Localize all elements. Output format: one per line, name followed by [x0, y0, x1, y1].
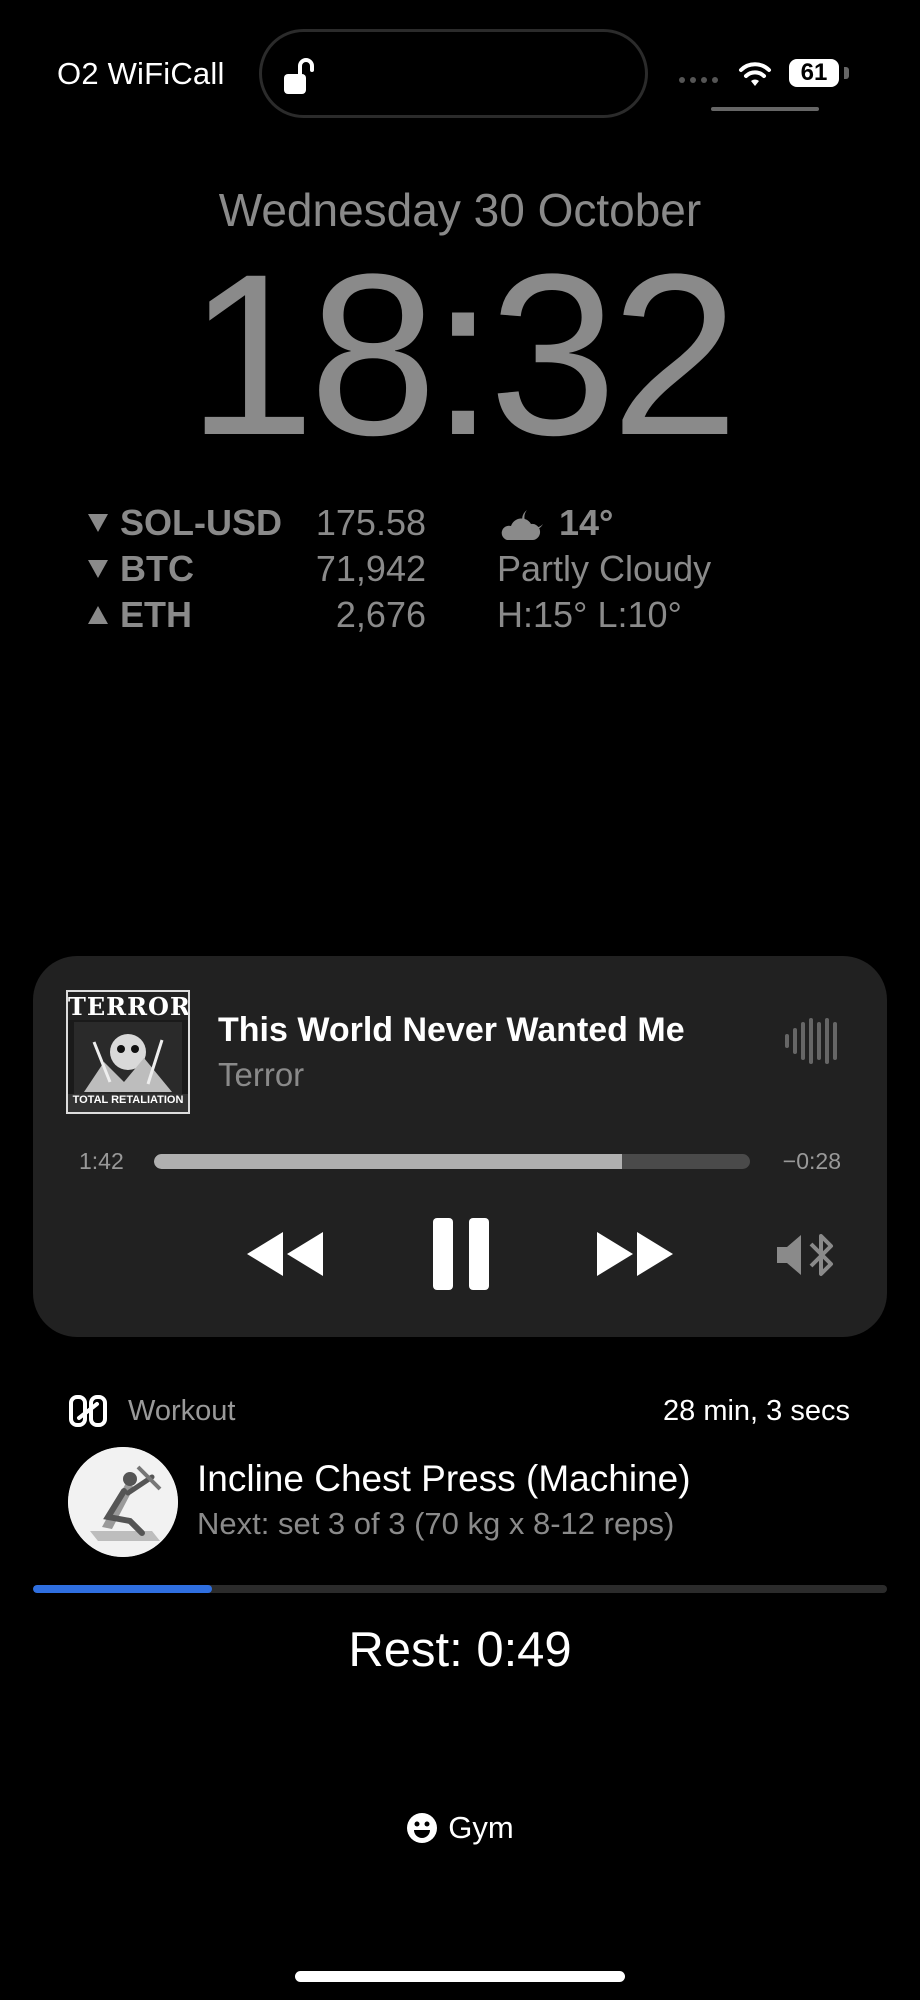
now-playing-widget[interactable]: TERROR TOTAL RETALIATION This World Neve…: [33, 956, 887, 1337]
playback-scrubber[interactable]: [154, 1154, 750, 1169]
pause-icon[interactable]: [431, 1216, 491, 1292]
rest-progress-fill: [33, 1585, 213, 1593]
weather-high-low: H:15° L:10°: [497, 594, 682, 635]
incline-press-illustration: [68, 1447, 178, 1557]
wifi-icon: [739, 62, 771, 86]
dynamic-island[interactable]: [259, 29, 648, 118]
battery-tip: [844, 67, 849, 79]
bluetooth-speaker-icon[interactable]: [773, 1230, 839, 1280]
rest-timer: Rest: 0:49: [0, 1622, 920, 1678]
rest-progress-bar: [33, 1585, 887, 1593]
lock-open-icon: [284, 58, 314, 94]
track-title: This World Never Wanted Me: [218, 1011, 685, 1049]
artwork-band-name: TERROR: [68, 992, 190, 1021]
exercise-name: Incline Chest Press (Machine): [197, 1458, 691, 1499]
up-triangle-icon: [88, 606, 108, 624]
home-indicator[interactable]: [295, 1971, 625, 1982]
partly-cloudy-night-icon: [501, 510, 543, 540]
exercise-thumbnail: [68, 1447, 178, 1557]
audio-waveform-icon: [785, 1018, 837, 1064]
focus-label: Gym: [448, 1810, 514, 1845]
remaining-time: −0:28: [782, 1148, 841, 1174]
rest-time: 0:49: [476, 1623, 572, 1677]
carrier-name: O2 WiFiCall: [57, 56, 225, 91]
down-triangle-icon: [88, 514, 108, 532]
artwork-album-name: TOTAL RETALIATION: [68, 1094, 188, 1112]
fast-forward-icon[interactable]: [593, 1229, 677, 1279]
down-triangle-icon: [88, 560, 108, 578]
album-artwork[interactable]: TERROR TOTAL RETALIATION: [66, 990, 190, 1114]
focus-mode-indicator[interactable]: Gym: [0, 1810, 920, 1846]
elapsed-time: 1:42: [79, 1148, 124, 1174]
stock-value: 2,676: [335, 594, 426, 635]
weather-condition: Partly Cloudy: [497, 548, 712, 589]
lock-time[interactable]: 18:32: [0, 240, 920, 470]
stock-symbol: ETH: [120, 594, 192, 635]
stock-symbol: BTC: [120, 548, 194, 589]
weather-temperature: 14°: [559, 502, 614, 543]
artwork-illustration: [74, 1022, 182, 1096]
stock-value: 175.58: [315, 502, 426, 543]
stocks-widget[interactable]: SOL-USD 175.58 BTC 71,942 ETH 2,676: [86, 500, 426, 638]
status-indicator-bar: [711, 107, 819, 111]
workout-label: Workout: [128, 1395, 236, 1427]
stock-value: 71,942: [315, 548, 426, 589]
workout-app-icon: [69, 1395, 107, 1427]
rest-label: Rest:: [348, 1623, 463, 1677]
rewind-icon[interactable]: [243, 1229, 327, 1279]
cellular-signal-icon: [679, 77, 718, 83]
stock-symbol: SOL-USD: [120, 502, 282, 543]
battery-icon: 61: [789, 59, 839, 87]
smiley-face-icon: [407, 1813, 438, 1843]
stock-row: BTC 71,942: [86, 546, 426, 592]
playback-progress-fill: [154, 1154, 622, 1169]
track-artist: Terror: [218, 1056, 305, 1093]
stock-row: SOL-USD 175.58: [86, 500, 426, 546]
stock-row: ETH 2,676: [86, 592, 426, 638]
workout-duration: 28 min, 3 secs: [663, 1395, 850, 1427]
next-set-info: Next: set 3 of 3 (70 kg x 8-12 reps): [197, 1506, 675, 1541]
